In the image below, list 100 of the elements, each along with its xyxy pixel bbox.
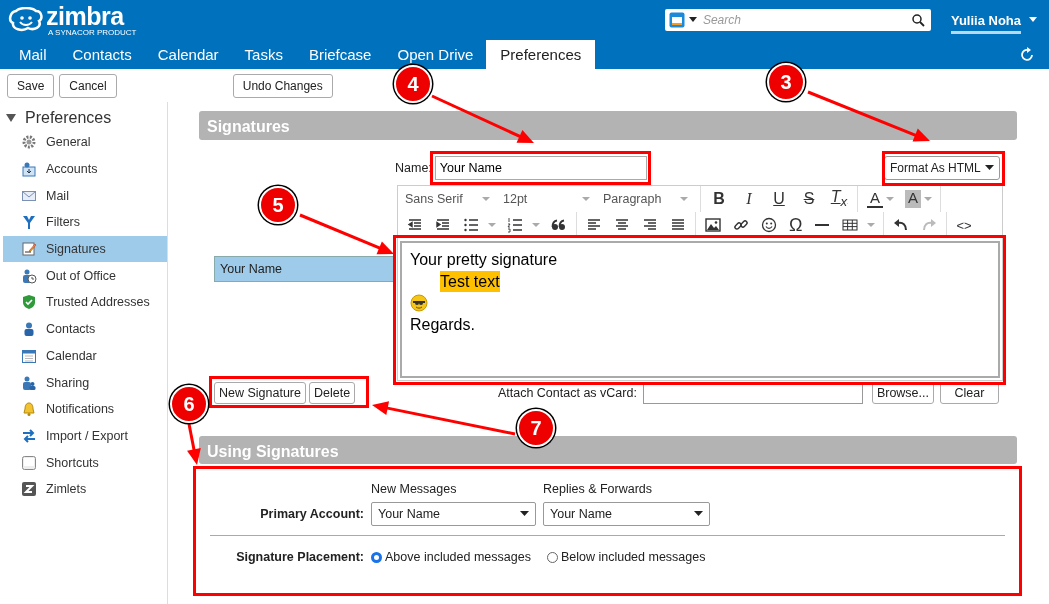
format-button[interactable]: T$_{x}$ bbox=[824, 188, 854, 210]
sidebar-item-icon bbox=[21, 241, 37, 258]
logo-icon bbox=[8, 7, 44, 33]
color-button[interactable]: A bbox=[905, 190, 922, 208]
emoji-icon bbox=[410, 293, 428, 312]
section-header: Using Signatures bbox=[199, 436, 1017, 464]
name-label: Name: bbox=[395, 161, 432, 175]
sidebar-item-icon bbox=[21, 481, 37, 498]
sidebar-item[interactable]: Shortcuts bbox=[3, 449, 167, 476]
app-tab[interactable]: Contacts bbox=[59, 40, 145, 69]
format-dropdown[interactable]: Format As HTML bbox=[884, 156, 1000, 180]
bullet-list-icon[interactable] bbox=[463, 217, 479, 233]
sidebar-item[interactable]: Import / Export bbox=[3, 422, 167, 450]
sidebar-item[interactable]: Accounts bbox=[3, 155, 167, 183]
step-marker: 5 bbox=[259, 186, 297, 224]
indent-icon[interactable] bbox=[435, 217, 451, 233]
format-button[interactable]: S bbox=[794, 190, 824, 208]
sidebar-item-icon bbox=[21, 134, 37, 151]
sidebar-item-icon bbox=[21, 401, 37, 418]
search-bar[interactable]: Search bbox=[664, 9, 931, 31]
signature-text: Regards. bbox=[410, 314, 476, 335]
font-dropdown[interactable]: Sans Serif bbox=[401, 192, 499, 206]
app-tab[interactable]: Tasks bbox=[231, 40, 296, 69]
logo-wordmark: zimbra bbox=[46, 3, 126, 29]
signature-button[interactable]: New Signature bbox=[214, 382, 306, 404]
format-button[interactable]: I bbox=[734, 190, 764, 208]
caret-icon[interactable] bbox=[688, 17, 697, 23]
column-header: Replies & Forwards bbox=[543, 482, 654, 496]
sidebar-item-icon bbox=[21, 267, 37, 284]
sidebar-item[interactable]: Trusted Addresses bbox=[3, 289, 167, 316]
format-button[interactable]: U bbox=[764, 190, 794, 208]
app-tab[interactable]: Mail bbox=[6, 40, 60, 69]
annotation-arrow bbox=[187, 423, 201, 465]
undo-changes-button[interactable]: Undo Changes bbox=[232, 73, 333, 98]
placement-radio[interactable]: Above included messages bbox=[371, 550, 531, 564]
numbered-list-icon[interactable] bbox=[507, 217, 523, 233]
sidebar-item[interactable]: Calendar bbox=[3, 342, 167, 370]
caret-icon[interactable] bbox=[985, 165, 994, 171]
tree-title[interactable]: Preferences bbox=[25, 108, 112, 127]
align-icon[interactable] bbox=[586, 217, 602, 233]
emoji-icon[interactable] bbox=[761, 217, 777, 233]
sidebar-item[interactable]: General bbox=[3, 129, 167, 156]
caret-icon[interactable] bbox=[694, 511, 703, 517]
align-icon[interactable] bbox=[614, 217, 630, 233]
size-dropdown[interactable]: 12pt bbox=[499, 192, 599, 206]
align-icon[interactable] bbox=[642, 217, 658, 233]
account-label: Primary Account: bbox=[259, 507, 364, 521]
sidebar-item[interactable]: Notifications bbox=[3, 395, 167, 423]
signature-dropdown[interactable]: Your Name bbox=[371, 502, 536, 526]
sidebar-item[interactable]: Out of Office bbox=[3, 262, 167, 290]
app-tab[interactable]: Calendar bbox=[144, 40, 232, 69]
toolbar-button[interactable]: Save bbox=[7, 73, 55, 98]
indent-icon[interactable] bbox=[407, 217, 423, 233]
sidebar-item[interactable]: Filters bbox=[3, 209, 167, 236]
placement-label: Signature Placement: bbox=[235, 550, 364, 564]
align-icon[interactable] bbox=[670, 217, 686, 233]
name-field[interactable]: Your Name bbox=[434, 156, 647, 180]
app-tab[interactable]: Briefcase bbox=[295, 40, 385, 69]
placement-radio[interactable]: Below included messages bbox=[546, 550, 706, 564]
signature-button[interactable]: Delete bbox=[309, 382, 356, 404]
table-icon[interactable] bbox=[842, 217, 859, 233]
app-tab[interactable]: Preferences bbox=[486, 40, 596, 69]
sidebar-item-icon bbox=[21, 427, 37, 444]
search-icon[interactable] bbox=[911, 13, 925, 27]
signature-text: Your pretty signature bbox=[410, 250, 559, 270]
special-character-button[interactable]: Ω bbox=[789, 214, 803, 236]
format-button[interactable]: B bbox=[704, 190, 734, 208]
sidebar-item[interactable]: Signatures bbox=[3, 235, 167, 263]
sidebar-item-icon bbox=[21, 214, 37, 231]
sidebar-item-icon bbox=[21, 161, 37, 178]
step-marker: 7 bbox=[517, 409, 555, 447]
sidebar-item[interactable]: Mail bbox=[3, 182, 167, 210]
quote-icon[interactable] bbox=[551, 217, 567, 233]
signature-dropdown[interactable]: Your Name bbox=[543, 502, 710, 526]
toolbar-button[interactable]: Cancel bbox=[59, 73, 117, 98]
signature-list-item[interactable]: Your Name bbox=[214, 256, 395, 282]
expand-icon[interactable] bbox=[6, 112, 16, 123]
caret-icon[interactable] bbox=[520, 511, 529, 517]
sidebar-item-icon bbox=[21, 454, 37, 471]
sidebar-item-icon bbox=[21, 374, 37, 391]
undo-icon[interactable] bbox=[893, 217, 910, 233]
step-marker: 3 bbox=[767, 63, 805, 101]
sidebar-item[interactable]: Sharing bbox=[3, 369, 167, 396]
briefcase-icon[interactable] bbox=[668, 12, 685, 28]
step-marker: 4 bbox=[394, 65, 432, 103]
signature-editor[interactable]: Your pretty signature Test text Regards. bbox=[400, 241, 1000, 378]
sidebar-item-icon bbox=[21, 347, 37, 364]
source-code-button[interactable]: <> bbox=[950, 217, 978, 233]
step-marker: 6 bbox=[170, 385, 208, 423]
link-icon[interactable] bbox=[733, 217, 749, 233]
refresh-icon[interactable] bbox=[1019, 46, 1035, 63]
sidebar-item[interactable]: Contacts bbox=[3, 315, 167, 343]
color-button[interactable]: A bbox=[867, 190, 883, 208]
image-icon[interactable] bbox=[705, 217, 721, 233]
section-header: Signatures bbox=[199, 111, 1017, 140]
sidebar-item[interactable]: Zimlets bbox=[3, 475, 167, 503]
vcard-label: Attach Contact as vCard: bbox=[497, 386, 637, 400]
column-header: New Messages bbox=[371, 482, 458, 496]
user-menu[interactable]: Yuliia Noha bbox=[950, 12, 1021, 34]
block-dropdown[interactable]: Paragraph bbox=[599, 192, 697, 206]
